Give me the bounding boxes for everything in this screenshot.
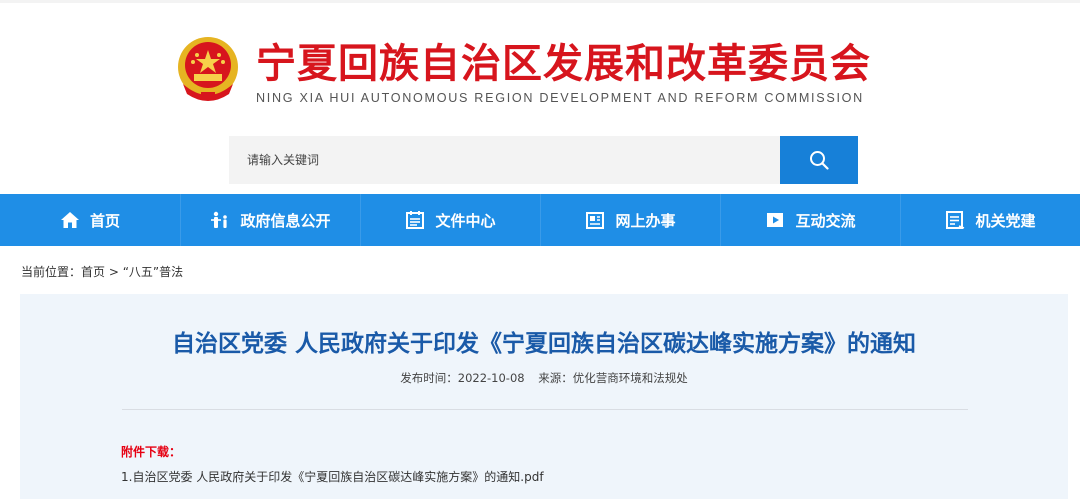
- attachment-label: 附件下载：: [121, 445, 182, 459]
- publish-time: 发布时间：2022-10-08: [400, 371, 525, 385]
- document-icon: [406, 211, 425, 229]
- site-title: 宁夏回族自治区发展和改革委员会: [256, 41, 871, 87]
- news-icon: [586, 212, 605, 229]
- site-header: 宁夏回族自治区发展和改革委员会 NING XIA HUI AUTONOMOUS …: [0, 0, 1080, 195]
- nav-item-documents[interactable]: 文件中心: [360, 194, 540, 246]
- breadcrumb-current-link[interactable]: “八五”普法: [123, 265, 183, 279]
- home-icon: [60, 212, 79, 228]
- nav-item-label: 互动交流: [795, 211, 856, 230]
- nav-item-label: 政府信息公开: [240, 211, 331, 230]
- nav-item-party-building[interactable]: 机关党建: [900, 194, 1080, 246]
- main-nav: 首页 政府信息公开 文件中心 网上办事 互动交流 机关党建: [0, 194, 1080, 246]
- nav-item-label: 首页: [89, 211, 120, 230]
- nav-item-online-services[interactable]: 网上办事: [540, 194, 720, 246]
- list-icon: [946, 211, 965, 229]
- article-panel: 自治区党委 人民政府关于印发《宁夏回族自治区碳达峰实施方案》的通知 发布时间：2…: [20, 294, 1068, 499]
- article-divider: [122, 409, 968, 410]
- play-icon: [767, 213, 784, 227]
- breadcrumb-prefix: 当前位置：: [21, 265, 82, 279]
- site-subtitle: NING XIA HUI AUTONOMOUS REGION DEVELOPME…: [256, 91, 864, 105]
- nav-item-home[interactable]: 首页: [0, 194, 180, 246]
- nav-item-label: 网上办事: [615, 211, 676, 230]
- article-source: 来源：优化营商环境和法规处: [538, 371, 688, 385]
- search-icon: [810, 151, 829, 170]
- attachment-link[interactable]: 1.自治区党委 人民政府关于印发《宁夏回族自治区碳达峰实施方案》的通知.pdf: [121, 468, 544, 485]
- article-meta: 发布时间：2022-10-08 来源：优化营商环境和法规处: [20, 370, 1068, 386]
- nav-item-government-info[interactable]: 政府信息公开: [180, 194, 360, 246]
- breadcrumb: 当前位置：首页 > “八五”普法: [21, 263, 183, 280]
- nav-item-label: 文件中心: [435, 211, 496, 230]
- nav-item-label: 机关党建: [975, 211, 1036, 230]
- national-emblem-icon: [178, 37, 238, 101]
- nav-item-interaction[interactable]: 互动交流: [720, 194, 900, 246]
- breadcrumb-separator: >: [105, 265, 123, 279]
- article-title: 自治区党委 人民政府关于印发《宁夏回族自治区碳达峰实施方案》的通知: [171, 331, 916, 357]
- people-icon: [211, 211, 228, 228]
- search-button[interactable]: [780, 136, 858, 184]
- breadcrumb-home-link[interactable]: 首页: [81, 265, 105, 279]
- search-input[interactable]: [229, 136, 780, 184]
